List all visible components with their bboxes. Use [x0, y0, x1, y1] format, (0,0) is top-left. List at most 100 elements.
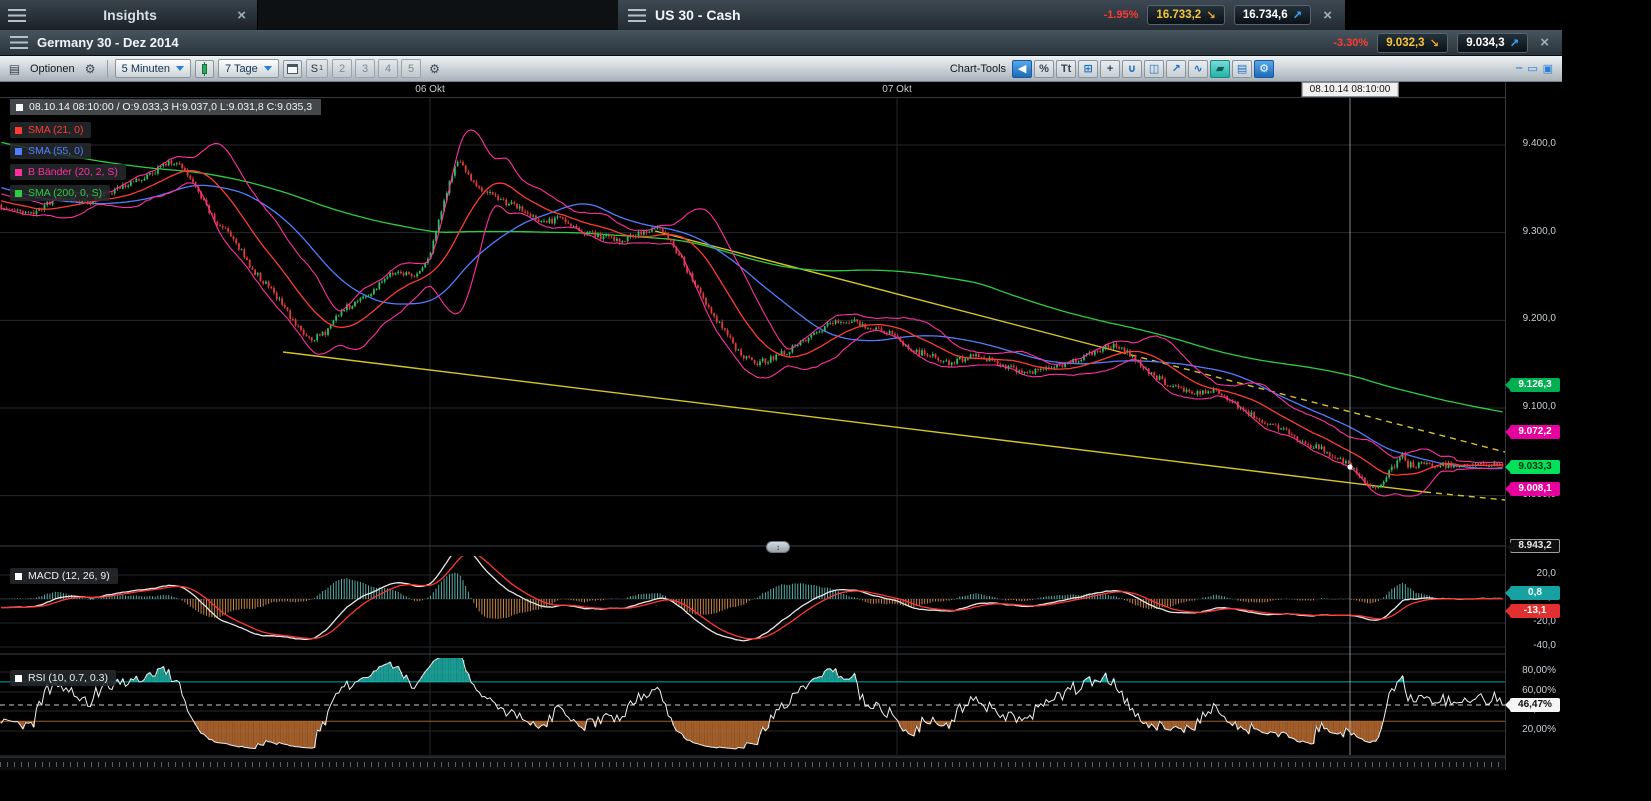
- us30-change-badge: -1.95%: [1104, 9, 1139, 21]
- macd-swatch: [15, 573, 22, 580]
- close-icon[interactable]: ×: [1537, 35, 1552, 50]
- view-button-4[interactable]: 4: [378, 59, 398, 78]
- chevron-down-icon: [264, 66, 272, 71]
- ohlc-text: 08.10.14 08:10:00 / O:9.033,3 H:9.037,0 …: [29, 101, 312, 113]
- date-axis-label: 06 Okt: [415, 84, 444, 95]
- text-tool-icon[interactable]: Tt: [1056, 60, 1076, 78]
- window-restore-icon[interactable]: ▭: [1527, 62, 1537, 75]
- chart-settings-gear-icon[interactable]: ⚙: [425, 60, 444, 78]
- germany30-sell-price: 9.032,3: [1386, 37, 1424, 49]
- percent-scale-icon[interactable]: %: [1034, 60, 1054, 78]
- us30-buy-button[interactable]: 16.734,6 ↗: [1234, 5, 1311, 25]
- window-maximize-icon[interactable]: ▣: [1543, 62, 1553, 75]
- interval-select[interactable]: 5 Minuten: [115, 59, 191, 78]
- legend-item[interactable]: SMA (21, 0): [10, 122, 91, 138]
- chart-scrollbar[interactable]: [0, 757, 1505, 770]
- germany30-buy-button[interactable]: 9.034,3 ↗: [1457, 33, 1528, 53]
- split-view-icon[interactable]: ◫: [1144, 60, 1164, 78]
- window-icons: ‒ ▭ ▣: [1516, 62, 1553, 75]
- legend-item[interactable]: SMA (200, 0, S): [10, 185, 110, 201]
- close-icon[interactable]: ×: [1320, 8, 1335, 23]
- window-minimize-icon[interactable]: ‒: [1516, 62, 1522, 75]
- axis-label: 60,00%: [1506, 685, 1556, 696]
- view-button-3[interactable]: 3: [355, 59, 375, 78]
- snapshot-button[interactable]: S1: [306, 59, 328, 78]
- magnet-icon[interactable]: ∪: [1122, 60, 1142, 78]
- axis-tag: 8.943,2: [1510, 539, 1560, 553]
- legend-item[interactable]: SMA (55, 0): [10, 143, 91, 159]
- candle-glyph: [202, 64, 207, 74]
- interval-value: 5 Minuten: [122, 63, 170, 75]
- chart-settings-icon[interactable]: ⚙: [1254, 60, 1274, 78]
- rsi-label-text: RSI (10, 0.7, 0.3): [28, 672, 108, 684]
- view-button-2[interactable]: 2: [332, 59, 352, 78]
- rsi-swatch: [15, 675, 22, 682]
- close-icon[interactable]: ×: [234, 8, 249, 23]
- snapshot-label: S: [311, 63, 318, 75]
- legend-label: B Bänder (20, 2, S): [28, 166, 118, 178]
- sell-arrow-icon: ↘: [1206, 8, 1216, 22]
- view-buttons: 2345: [332, 59, 421, 78]
- trendline-tool-icon[interactable]: ↗: [1166, 60, 1186, 78]
- sell-arrow-icon: ↘: [1430, 36, 1440, 50]
- insights-panel-bar: Insights ×: [0, 0, 618, 30]
- print-icon[interactable]: ▤: [1232, 60, 1252, 78]
- axis-label: 20,00%: [1506, 724, 1556, 735]
- germany30-sell-button[interactable]: 9.032,3 ↘: [1377, 33, 1448, 53]
- legend-label: SMA (21, 0): [28, 124, 83, 136]
- chart-region: 06 Okt07 Okt 9.400,09.300,09.200,09.100,…: [0, 82, 1562, 770]
- axis-tag: 9.126,3: [1510, 378, 1560, 392]
- macd-indicator-label[interactable]: MACD (12, 26, 9): [10, 568, 118, 584]
- germany30-title: Germany 30 - Dez 2014: [37, 35, 179, 50]
- us30-sell-button[interactable]: 16.733,2 ↘: [1147, 5, 1224, 25]
- menu-icon[interactable]: [628, 9, 646, 22]
- axis-tag: 9.033,3: [1510, 460, 1560, 474]
- date-axis[interactable]: 06 Okt07 Okt: [0, 82, 1505, 98]
- toolbar-separator: [107, 60, 108, 78]
- insights-title: Insights: [26, 7, 234, 23]
- pointer-mode-icon[interactable]: ◀: [1012, 60, 1032, 78]
- crosshair-tool-icon[interactable]: +: [1100, 60, 1120, 78]
- window-header-germany30[interactable]: Germany 30 - Dez 2014 -3.30% 9.032,3 ↘ 9…: [0, 30, 1562, 56]
- range-value: 7 Tage: [225, 63, 258, 75]
- rsi-indicator-label[interactable]: RSI (10, 0.7, 0.3): [10, 670, 116, 686]
- window-header-us30[interactable]: US 30 - Cash -1.95% 16.733,2 ↘ 16.734,6 …: [618, 0, 1345, 30]
- legend-label: SMA (200, 0, S): [28, 187, 102, 199]
- snapshot-sup: 1: [319, 65, 323, 72]
- menu-icon[interactable]: [10, 36, 28, 49]
- indicator-wave-icon[interactable]: ∿: [1188, 60, 1208, 78]
- axis-tag: 9.008,1: [1510, 482, 1560, 496]
- range-select[interactable]: 7 Tage: [218, 59, 279, 78]
- chart-tools-label: Chart-Tools: [948, 63, 1008, 75]
- axis-label: 9.200,0: [1506, 313, 1556, 324]
- axis-label: 9.400,0: [1506, 138, 1556, 149]
- view-button-5[interactable]: 5: [401, 59, 421, 78]
- buy-arrow-icon: ↗: [1510, 36, 1520, 50]
- eraser-icon[interactable]: ▰: [1210, 60, 1230, 78]
- legend-label: SMA (55, 0): [28, 145, 83, 157]
- desktop: Insights × US 30 - Cash -1.95% 16.733,2 …: [0, 0, 1651, 801]
- options-gear-icon[interactable]: ⚙: [81, 60, 100, 78]
- grid-toggle-icon[interactable]: ⊞: [1078, 60, 1098, 78]
- calendar-icon[interactable]: [283, 60, 302, 78]
- calendar-glyph: [287, 64, 298, 74]
- axis-label: 9.300,0: [1506, 226, 1556, 237]
- menu-icon[interactable]: [8, 9, 26, 22]
- axis-tag: 0,8: [1510, 586, 1560, 600]
- legend-color-swatch: [15, 148, 22, 155]
- legend: SMA (21, 0) SMA (55, 0) B Bänder (20, 2, S…: [10, 122, 230, 212]
- options-button[interactable]: Optionen: [28, 63, 77, 75]
- layout-grid-icon[interactable]: ▤: [5, 60, 24, 78]
- legend-color-swatch: [15, 127, 22, 134]
- us30-title: US 30 - Cash: [655, 7, 741, 23]
- chart-tools-icons: ◀%Tt⊞+∪◫↗∿▰▤⚙: [1012, 60, 1274, 78]
- axis-label: 80,00%: [1506, 665, 1556, 676]
- legend-item[interactable]: B Bänder (20, 2, S): [10, 164, 126, 180]
- panel-resize-handle[interactable]: ↕: [766, 541, 790, 553]
- price-axis[interactable]: 9.400,09.300,09.200,09.100,09.000,020,00…: [1505, 82, 1562, 770]
- axis-label: -40,0: [1506, 640, 1556, 651]
- macd-label-text: MACD (12, 26, 9): [28, 570, 110, 582]
- tab-insights[interactable]: Insights ×: [0, 0, 258, 30]
- axis-label: 20,0: [1506, 568, 1556, 579]
- candlestick-type-icon[interactable]: [195, 60, 214, 78]
